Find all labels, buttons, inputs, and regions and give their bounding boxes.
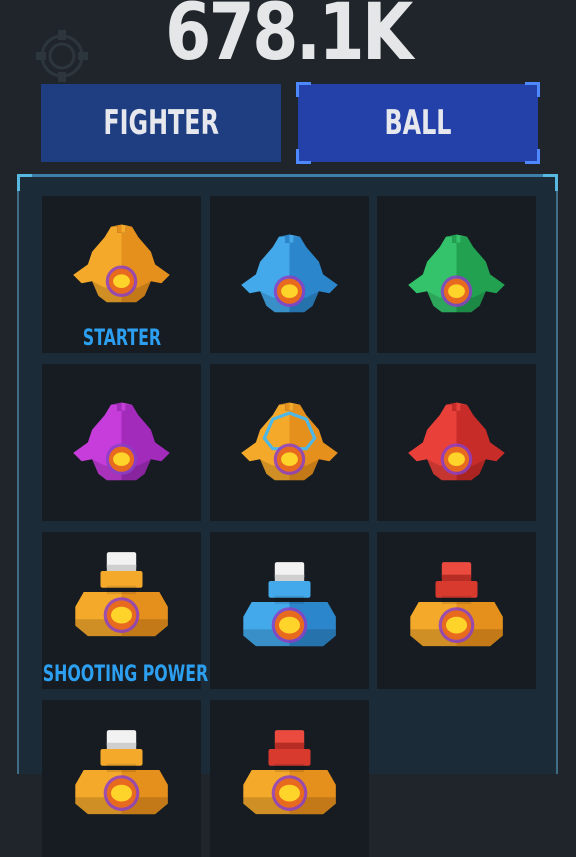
skin-cell[interactable] (210, 364, 369, 521)
fighter-ship-icon (241, 402, 338, 481)
skin-cell[interactable] (377, 532, 536, 689)
skin-cell[interactable] (42, 700, 201, 857)
cannon-ship-icon (410, 562, 503, 647)
skin-cell[interactable]: SHOOTING POWER (42, 532, 208, 689)
fighter-ship-icon (73, 224, 170, 303)
skin-cell-label: STARTER (82, 326, 161, 351)
cannon-ship-icon (243, 562, 336, 647)
tab-ball[interactable]: BALL (296, 82, 540, 164)
tab-ball-label: BALL (384, 103, 452, 143)
cannon-ship-icon (243, 730, 336, 815)
tab-fighter-label: FIGHTER (103, 103, 219, 143)
fighter-ship-icon (408, 234, 505, 313)
skin-cell[interactable] (210, 532, 369, 689)
score-display: 678.1K (165, 0, 413, 78)
skin-cell[interactable] (377, 196, 536, 353)
fighter-ship-icon (408, 402, 505, 481)
fighter-ship-icon (73, 402, 170, 481)
tab-fighter[interactable]: FIGHTER (41, 84, 281, 162)
skin-grid-panel[interactable]: STARTER SHOOTING POWER (17, 174, 558, 857)
gear-icon[interactable] (30, 28, 94, 84)
skin-cell-label: SHOOTING POWER (42, 662, 209, 687)
skin-cell[interactable]: STARTER (42, 196, 201, 353)
skin-cell[interactable] (377, 364, 536, 521)
cannon-ship-icon (75, 552, 168, 637)
fighter-ship-icon (241, 234, 338, 313)
skin-cell[interactable] (210, 700, 369, 857)
skin-cell[interactable] (42, 364, 201, 521)
skin-cell[interactable] (210, 196, 369, 353)
cannon-ship-icon (75, 730, 168, 815)
